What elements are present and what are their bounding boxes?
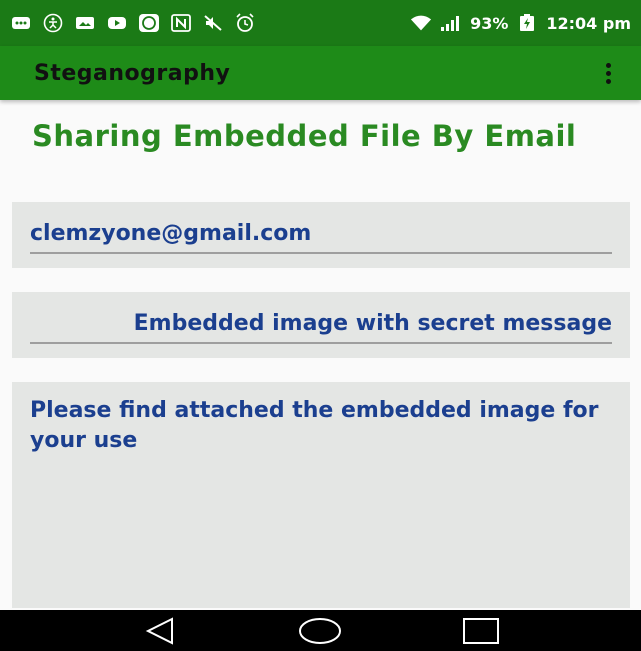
email-input[interactable] (30, 216, 612, 250)
overflow-menu-icon[interactable] (600, 57, 617, 90)
nfc-icon (170, 13, 192, 33)
picture-icon (74, 13, 96, 33)
overflow-dot (606, 78, 611, 84)
clock: 12:04 pm (546, 13, 631, 33)
home-button[interactable] (295, 613, 345, 649)
email-field-underline (30, 216, 612, 254)
page-title: Sharing Embedded File By Email (32, 119, 577, 153)
recents-button[interactable] (456, 613, 506, 649)
back-button[interactable] (135, 613, 185, 649)
recents-icon (462, 617, 499, 644)
message-field-container: Please find attached the embedded image … (12, 382, 630, 608)
system-status: 93% 12:04 pm (410, 13, 631, 33)
email-field-container (12, 202, 630, 268)
battery-percent: 93% (470, 13, 509, 33)
signal-icon (440, 13, 462, 33)
mute-icon (202, 13, 224, 33)
battery-charging-icon (516, 13, 538, 33)
subject-field-underline (30, 306, 612, 344)
message-input[interactable]: Please find attached the embedded image … (30, 396, 616, 598)
accessibility-icon (42, 13, 64, 33)
overflow-dot (606, 70, 611, 76)
message-field-wrap: Please find attached the embedded image … (30, 396, 616, 598)
alarm-icon (234, 13, 256, 33)
whatsapp-icon (138, 13, 160, 33)
home-icon (299, 617, 342, 644)
app-title: Steganography (34, 60, 231, 86)
overflow-dot (606, 62, 611, 68)
wifi-icon (410, 13, 432, 33)
subject-input[interactable] (30, 306, 612, 340)
youtube-icon (106, 13, 128, 33)
status-bar: 93% 12:04 pm (0, 0, 641, 46)
navigation-bar (0, 610, 641, 651)
notification-icons (10, 13, 256, 33)
app-bar: Steganography (0, 46, 641, 100)
message-icon (10, 13, 32, 33)
back-icon (145, 616, 174, 645)
subject-field-container (12, 292, 630, 358)
